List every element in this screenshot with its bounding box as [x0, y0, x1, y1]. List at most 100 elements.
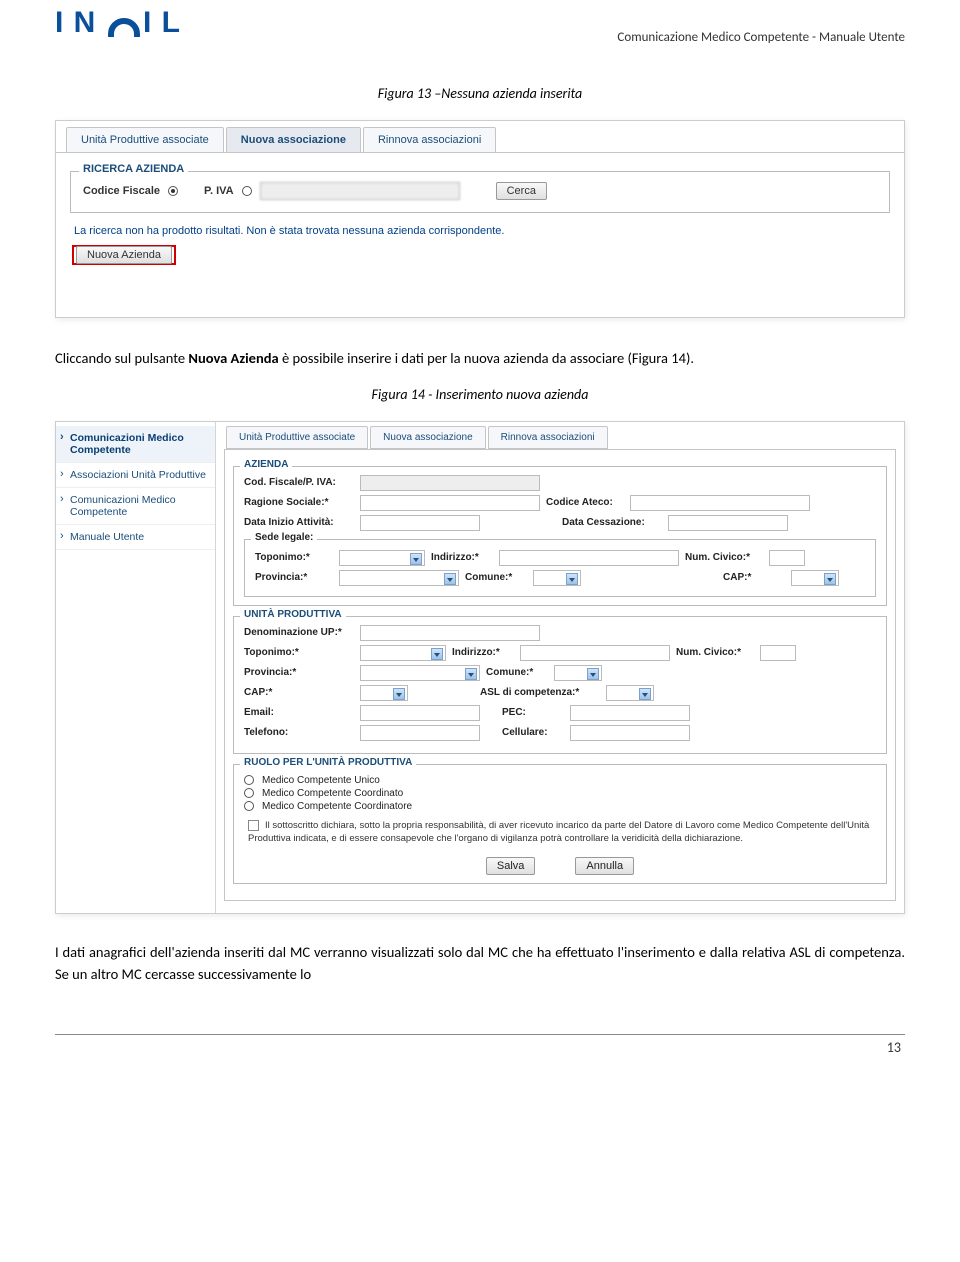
svg-text:I L: I L [143, 8, 181, 38]
label-toponimo: Toponimo:* [255, 552, 333, 563]
radio-piva[interactable] [242, 186, 252, 196]
azienda-legend: AZIENDA [240, 459, 292, 470]
ruolo-legend: RUOLO PER L'UNITÀ PRODUTTIVA [240, 757, 416, 768]
radio-codice-fiscale[interactable] [168, 186, 178, 196]
svg-text:I N: I N [55, 8, 96, 38]
tab-nuova-associazione-2[interactable]: Nuova associazione [370, 426, 486, 449]
input-ragione-sociale[interactable] [360, 495, 540, 511]
declaration-text: Il sottoscritto dichiara, sotto la propr… [244, 820, 876, 846]
input-up-indirizzo[interactable] [520, 645, 670, 661]
label-piva: P. IVA [204, 185, 234, 197]
select-cap[interactable] [791, 570, 839, 586]
label-up-comune: Comune:* [486, 667, 548, 678]
label-ruolo-unico: Medico Competente Unico [262, 775, 380, 786]
radio-ruolo-coordinatore[interactable] [244, 801, 254, 811]
label-pec: PEC: [502, 707, 564, 718]
label-up-provincia: Provincia:* [244, 667, 354, 678]
nuova-azienda-button[interactable]: Nuova Azienda [76, 246, 172, 264]
select-provincia[interactable] [339, 570, 459, 586]
screenshot-figure-13: Unità Produttive associate Nuova associa… [55, 120, 905, 318]
figure-14-caption: Figura 14 - Inserimento nuova azienda [55, 386, 905, 403]
label-num-civico: Num. Civico:* [685, 552, 763, 563]
search-value-input[interactable] [260, 182, 460, 200]
inail-logo: I N I L [55, 8, 225, 38]
input-cf-piva[interactable] [360, 475, 540, 491]
nuova-azienda-highlight: Nuova Azienda [72, 245, 176, 265]
label-cap: CAP:* [723, 572, 785, 583]
input-denominazione-up[interactable] [360, 625, 540, 641]
sidebar: Comunicazioni Medico Competente Associaz… [56, 422, 216, 914]
select-asl[interactable] [606, 685, 654, 701]
screenshot-figure-14: Comunicazioni Medico Competente Associaz… [55, 421, 905, 915]
label-codice-fiscale: Codice Fiscale [83, 185, 160, 197]
label-denominazione-up: Denominazione UP:* [244, 627, 354, 638]
ruolo-fieldset: RUOLO PER L'UNITÀ PRODUTTIVA Medico Comp… [233, 764, 887, 885]
label-indirizzo: Indirizzo:* [431, 552, 493, 563]
label-email: Email: [244, 707, 354, 718]
para1-a: Cliccando sul pulsante [55, 349, 188, 367]
input-cellulare[interactable] [570, 725, 690, 741]
unita-produttiva-legend: UNITÀ PRODUTTIVA [240, 609, 346, 620]
label-up-cap: CAP:* [244, 687, 354, 698]
salva-button[interactable]: Salva [486, 857, 536, 875]
label-cf-piva: Cod. Fiscale/P. IVA: [244, 477, 354, 488]
para1-c: è possibile inserire i dati per la nuova… [279, 349, 694, 367]
label-comune: Comune:* [465, 572, 527, 583]
input-indirizzo[interactable] [499, 550, 679, 566]
label-up-num-civico: Num. Civico:* [676, 647, 754, 658]
input-data-inizio[interactable] [360, 515, 480, 531]
radio-ruolo-unico[interactable] [244, 775, 254, 785]
select-up-toponimo[interactable] [360, 645, 446, 661]
input-pec[interactable] [570, 705, 690, 721]
cerca-button[interactable]: Cerca [496, 182, 547, 200]
input-data-cessazione[interactable] [668, 515, 788, 531]
declaration-content: Il sottoscritto dichiara, sotto la propr… [248, 820, 869, 844]
sidebar-item-comunicazioni-1[interactable]: Comunicazioni Medico Competente [56, 426, 215, 463]
ricerca-azienda-fieldset: RICERCA AZIENDA Codice Fiscale P. IVA Ce… [70, 171, 890, 213]
select-toponimo[interactable] [339, 550, 425, 566]
tab-unita-produttive[interactable]: Unità Produttive associate [66, 127, 224, 152]
label-data-cessazione: Data Cessazione: [562, 517, 662, 528]
tab-rinnova-associazioni-2[interactable]: Rinnova associazioni [488, 426, 608, 449]
select-comune[interactable] [533, 570, 581, 586]
label-provincia: Provincia:* [255, 572, 333, 583]
label-asl: ASL di competenza:* [480, 687, 600, 698]
select-up-cap[interactable] [360, 685, 408, 701]
input-up-num-civico[interactable] [760, 645, 796, 661]
page-number: 13 [55, 1039, 905, 1056]
input-telefono[interactable] [360, 725, 480, 741]
label-cellulare: Cellulare: [502, 727, 564, 738]
no-results-message: La ricerca non ha prodotto risultati. No… [74, 225, 886, 237]
input-email[interactable] [360, 705, 480, 721]
label-telefono: Telefono: [244, 727, 354, 738]
tab-unita-produttive-2[interactable]: Unità Produttive associate [226, 426, 368, 449]
page-header: I N I L Comunicazione Medico Competente … [55, 0, 905, 45]
sidebar-item-manuale[interactable]: Manuale Utente [56, 525, 215, 550]
unita-produttiva-fieldset: UNITÀ PRODUTTIVA Denominazione UP:* Topo… [233, 616, 887, 754]
label-up-indirizzo: Indirizzo:* [452, 647, 514, 658]
header-title: Comunicazione Medico Competente - Manual… [617, 30, 905, 45]
footer-divider [55, 1034, 905, 1035]
tab-rinnova-associazioni[interactable]: Rinnova associazioni [363, 127, 496, 152]
sede-legale-fieldset: Sede legale: Toponimo:* Indirizzo:* Num.… [244, 539, 876, 597]
label-up-toponimo: Toponimo:* [244, 647, 354, 658]
checkbox-declaration[interactable] [248, 820, 259, 831]
label-ruolo-coordinatore: Medico Competente Coordinatore [262, 801, 412, 812]
label-data-inizio: Data Inizio Attività: [244, 517, 354, 528]
azienda-fieldset: AZIENDA Cod. Fiscale/P. IVA: Ragione Soc… [233, 466, 887, 606]
figure-13-caption: Figura 13 –Nessuna azienda inserita [55, 85, 905, 102]
input-num-civico[interactable] [769, 550, 805, 566]
annulla-button[interactable]: Annulla [575, 857, 634, 875]
label-codice-ateco: Codice Ateco: [546, 497, 624, 508]
radio-ruolo-coordinato[interactable] [244, 788, 254, 798]
input-codice-ateco[interactable] [630, 495, 810, 511]
paragraph-1: Cliccando sul pulsante Nuova Azienda è p… [55, 348, 905, 370]
sidebar-item-comunicazioni-2[interactable]: Comunicazioni Medico Competente [56, 488, 215, 525]
ricerca-azienda-legend: RICERCA AZIENDA [79, 163, 188, 175]
paragraph-2: I dati anagrafici dell'azienda inseriti … [55, 942, 905, 986]
select-up-comune[interactable] [554, 665, 602, 681]
select-up-provincia[interactable] [360, 665, 480, 681]
tab-nuova-associazione[interactable]: Nuova associazione [226, 127, 361, 152]
sidebar-item-associazioni[interactable]: Associazioni Unità Produttive [56, 463, 215, 488]
label-ragione-sociale: Ragione Sociale:* [244, 497, 354, 508]
